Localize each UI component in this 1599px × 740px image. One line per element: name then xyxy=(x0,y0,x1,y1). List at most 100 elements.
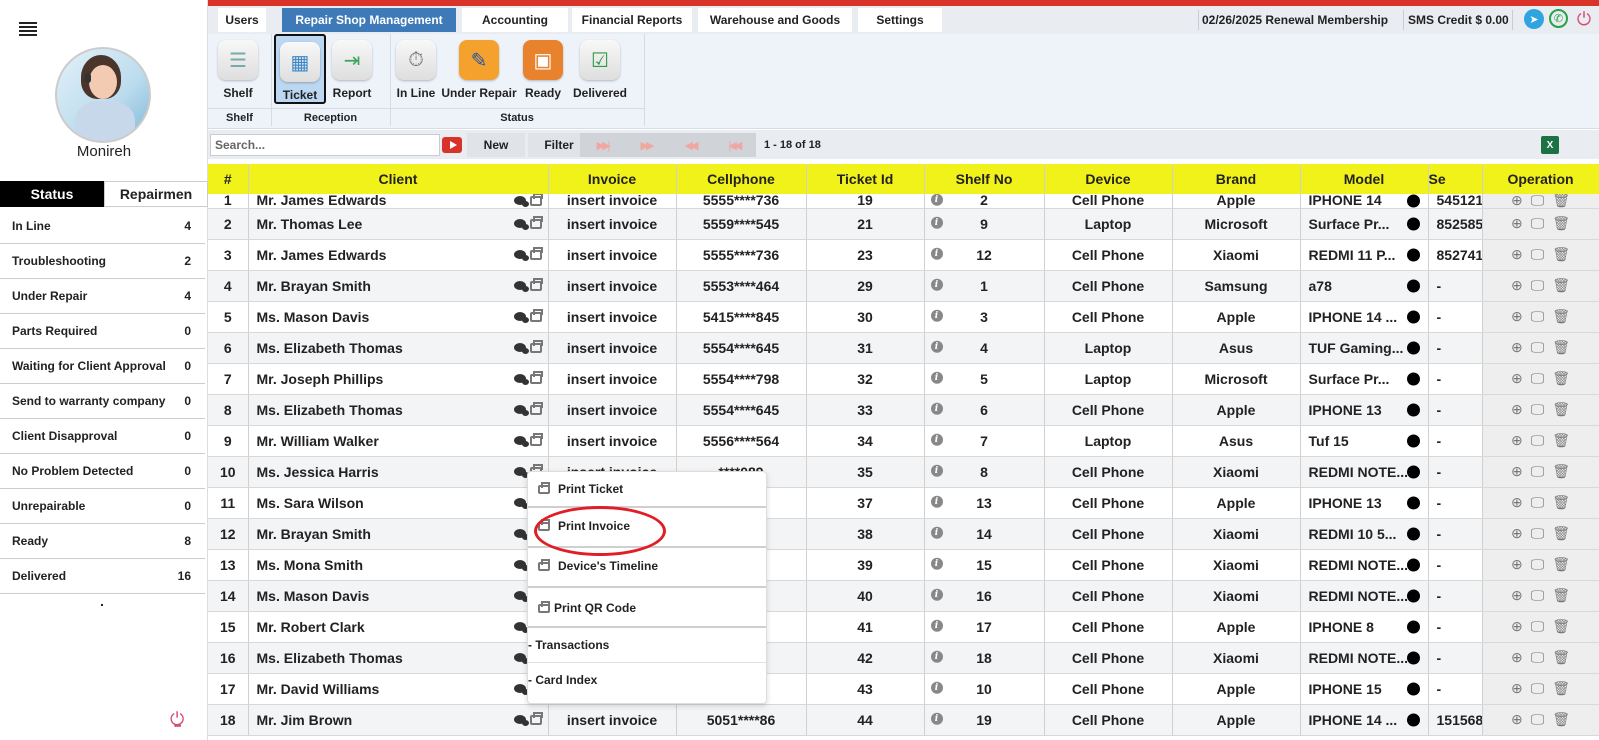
menu-item-devices-timeline[interactable]: Device's Timeline xyxy=(528,548,766,584)
trash-icon[interactable]: 🗑 xyxy=(1552,494,1570,511)
print-icon[interactable] xyxy=(529,308,543,322)
status-item[interactable]: Delivered 16 xyxy=(0,559,205,594)
next-page-icon[interactable]: ▶▶ xyxy=(624,133,668,157)
add-icon[interactable]: ⊕ xyxy=(1511,277,1523,294)
table-row[interactable]: 16Ms. Elizabeth Thomas6454218iCell Phone… xyxy=(208,642,1599,674)
trash-icon[interactable]: 🗑 xyxy=(1552,432,1570,449)
status-item[interactable]: Troubleshooting 2 xyxy=(0,244,205,279)
add-icon[interactable]: ⊕ xyxy=(1511,339,1523,356)
chat-icon[interactable] xyxy=(513,714,529,726)
ribbon-ticket-button[interactable]: ▦ Ticket xyxy=(274,34,326,104)
monitor-icon[interactable]: 🖵 xyxy=(1531,246,1545,263)
menu-tab-settings[interactable]: Settings xyxy=(858,8,942,32)
status-item[interactable]: In Line 4 xyxy=(0,209,205,244)
invoice-cell[interactable]: insert invoice xyxy=(548,363,677,395)
info-icon[interactable]: i xyxy=(930,278,943,291)
chat-icon[interactable] xyxy=(513,311,529,323)
table-row[interactable]: 10Ms. Jessica Harrisinsert invoice****08… xyxy=(208,456,1599,488)
add-icon[interactable]: ⊕ xyxy=(1511,711,1523,728)
search-go-icon[interactable] xyxy=(442,137,462,153)
monitor-icon[interactable]: 🖵 xyxy=(1531,680,1545,697)
table-row[interactable]: 18 Mr. Jim Brown insert invoice 5051****86 4… xyxy=(208,704,1599,736)
info-icon[interactable]: i xyxy=(930,650,943,663)
chat-icon[interactable] xyxy=(513,342,529,354)
table-row[interactable]: 6 Ms. Elizabeth Thomas insert invoice 5554*… xyxy=(208,332,1599,364)
invoice-cell[interactable]: insert invoice xyxy=(548,270,677,302)
info-icon[interactable]: i xyxy=(930,340,943,353)
status-item[interactable]: Waiting for Client Approval 0 xyxy=(0,349,205,384)
trash-icon[interactable]: 🗑 xyxy=(1552,587,1570,604)
monitor-icon[interactable]: 🖵 xyxy=(1531,277,1545,294)
chat-icon[interactable] xyxy=(513,590,529,602)
ribbon-delivered-button[interactable]: ☑ Delivered xyxy=(570,34,630,104)
status-item[interactable]: Ready 8 xyxy=(0,524,205,559)
invoice-cell[interactable]: insert invoice xyxy=(548,425,677,457)
trash-icon[interactable]: 🗑 xyxy=(1552,194,1570,207)
menu-item-print-invoice[interactable]: Print Invoice xyxy=(528,508,766,544)
menu-item-print-qr-code[interactable]: Print QR Code xyxy=(528,590,766,626)
invoice-cell[interactable]: insert invoice xyxy=(548,239,677,271)
whatsapp-icon[interactable]: ✆ xyxy=(1549,9,1568,28)
monitor-icon[interactable]: 🖵 xyxy=(1531,649,1545,666)
print-icon[interactable] xyxy=(529,432,543,446)
table-row[interactable]: 8 Ms. Elizabeth Thomas insert invoice 5554*… xyxy=(208,394,1599,426)
menu-tab-repair-shop-management[interactable]: Repair Shop Management xyxy=(282,8,456,32)
chat-icon[interactable] xyxy=(513,621,529,633)
info-icon[interactable]: i xyxy=(930,495,943,508)
renewal-membership[interactable]: 02/26/2025 Renewal Membership xyxy=(1202,6,1388,34)
monitor-icon[interactable]: 🖵 xyxy=(1531,556,1545,573)
chat-icon[interactable] xyxy=(513,466,529,478)
trash-icon[interactable]: 🗑 xyxy=(1552,401,1570,418)
monitor-icon[interactable]: 🖵 xyxy=(1531,194,1545,207)
power-icon[interactable]: ⏻ ••• xyxy=(170,710,184,731)
ribbon-under-repair-button[interactable]: ✎ Under Repair xyxy=(441,34,517,104)
trash-icon[interactable]: 🗑 xyxy=(1552,339,1570,356)
chat-icon[interactable] xyxy=(513,195,529,207)
chat-icon[interactable] xyxy=(513,280,529,292)
column-header[interactable]: Ticket Id xyxy=(806,164,925,194)
status-item[interactable]: Parts Required 0 xyxy=(0,314,205,349)
info-icon[interactable]: i xyxy=(930,526,943,539)
info-icon[interactable]: i xyxy=(930,216,943,229)
table-row[interactable]: 5 Ms. Mason Davis insert invoice 5415****84… xyxy=(208,301,1599,333)
trash-icon[interactable]: 🗑 xyxy=(1552,246,1570,263)
print-icon[interactable] xyxy=(529,277,543,291)
monitor-icon[interactable]: 🖵 xyxy=(1531,494,1545,511)
monitor-icon[interactable]: 🖵 xyxy=(1531,525,1545,542)
new-button[interactable]: New xyxy=(467,133,525,157)
trash-icon[interactable]: 🗑 xyxy=(1552,215,1570,232)
column-header[interactable]: Client xyxy=(248,164,549,194)
menu-item-print-ticket[interactable]: Print Ticket xyxy=(528,472,766,506)
info-icon[interactable]: i xyxy=(930,557,943,570)
chat-icon[interactable] xyxy=(513,683,529,695)
column-header[interactable]: Invoice xyxy=(548,164,677,194)
add-icon[interactable]: ⊕ xyxy=(1511,494,1523,511)
chat-icon[interactable] xyxy=(513,559,529,571)
table-row[interactable]: 12Mr. Brayan Smith4643814iCell PhoneXiao… xyxy=(208,518,1599,550)
monitor-icon[interactable]: 🖵 xyxy=(1531,618,1545,635)
trash-icon[interactable]: 🗑 xyxy=(1552,680,1570,697)
monitor-icon[interactable]: 🖵 xyxy=(1531,339,1545,356)
search-input[interactable] xyxy=(210,134,440,156)
info-icon[interactable]: i xyxy=(930,247,943,260)
add-icon[interactable]: ⊕ xyxy=(1511,556,1523,573)
status-item[interactable]: Client Disapproval 0 xyxy=(0,419,205,454)
table-row[interactable]: 11Ms. Sara Wilson2143713iCell PhoneApple… xyxy=(208,487,1599,519)
monitor-icon[interactable]: 🖵 xyxy=(1531,711,1545,728)
table-row[interactable]: 1 Mr. James Edwards insert invoice 5555****… xyxy=(208,194,1599,209)
info-icon[interactable]: i xyxy=(930,433,943,446)
chat-icon[interactable] xyxy=(513,249,529,261)
add-icon[interactable]: ⊕ xyxy=(1511,587,1523,604)
telegram-icon[interactable]: ➤ xyxy=(1524,9,1544,29)
menu-tab-financial-reports[interactable]: Financial Reports xyxy=(572,8,692,32)
monitor-icon[interactable]: 🖵 xyxy=(1531,401,1545,418)
chat-icon[interactable] xyxy=(513,373,529,385)
table-row[interactable]: 17Mr. David Williams9124310iCell PhoneAp… xyxy=(208,673,1599,705)
invoice-cell[interactable]: insert invoice xyxy=(548,301,677,333)
menu-tab-warehouse-and-goods[interactable]: Warehouse and Goods xyxy=(698,8,852,32)
add-icon[interactable]: ⊕ xyxy=(1511,432,1523,449)
add-icon[interactable]: ⊕ xyxy=(1511,194,1523,207)
table-row[interactable]: 14Ms. Mason Davis454016iCell PhoneXiaomi… xyxy=(208,580,1599,612)
trash-icon[interactable]: 🗑 xyxy=(1552,618,1570,635)
column-header[interactable]: # xyxy=(208,164,249,194)
